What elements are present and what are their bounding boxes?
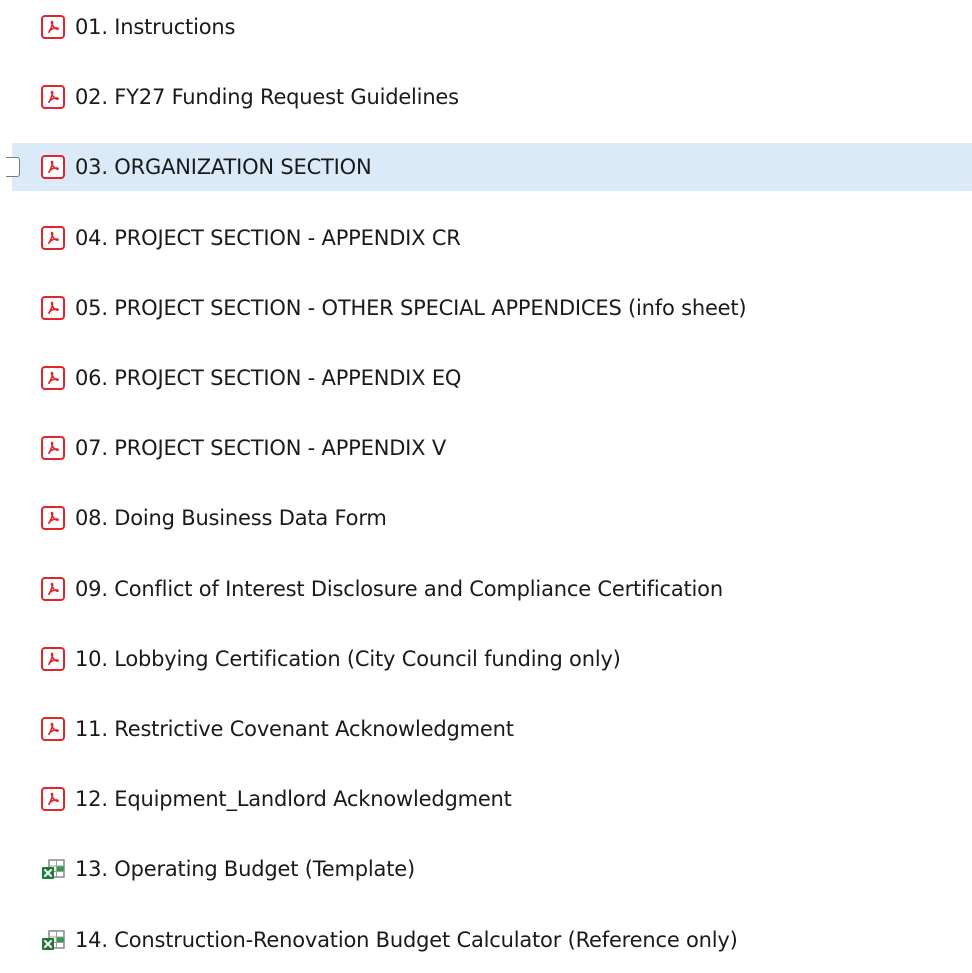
file-name: 08. Doing Business Data Form xyxy=(75,506,387,531)
file-name: 05. PROJECT SECTION - OTHER SPECIAL APPE… xyxy=(75,295,747,320)
pdf-file-icon xyxy=(41,506,65,531)
file-list-item[interactable]: 01. Instructions xyxy=(12,3,972,51)
file-list-item[interactable]: 08. Doing Business Data Form xyxy=(12,494,972,542)
file-name: 03. ORGANIZATION SECTION xyxy=(75,155,372,180)
file-name: 10. Lobbying Certification (City Council… xyxy=(75,646,621,671)
pdf-file-icon xyxy=(41,717,65,741)
file-name: 01. Instructions xyxy=(75,15,236,39)
file-list-item[interactable]: 03. ORGANIZATION SECTION xyxy=(6,143,972,192)
pdf-file-icon xyxy=(41,576,65,601)
file-list-item[interactable]: 10. Lobbying Certification (City Council… xyxy=(12,635,972,683)
excel-file-icon xyxy=(41,857,65,881)
file-list-item[interactable]: 14. Construction-Renovation Budget Calcu… xyxy=(12,916,972,964)
excel-file-icon xyxy=(41,928,65,952)
file-name: 11. Restrictive Covenant Acknowledgment xyxy=(75,717,514,741)
file-list-item[interactable]: 06. PROJECT SECTION - APPENDIX EQ xyxy=(12,354,972,402)
file-list: 01. Instructions 02. FY27 Funding Request… xyxy=(0,0,972,973)
file-list-item[interactable]: 12. Equipment_Landlord Acknowledgment xyxy=(12,775,972,823)
file-name: 09. Conflict of Interest Disclosure and … xyxy=(75,576,723,601)
file-name: 04. PROJECT SECTION - APPENDIX CR xyxy=(75,225,461,250)
file-list-item[interactable]: 07. PROJECT SECTION - APPENDIX V xyxy=(12,424,972,472)
pdf-file-icon xyxy=(41,646,65,671)
file-name: 14. Construction-Renovation Budget Calcu… xyxy=(75,927,738,952)
file-list-item[interactable]: 05. PROJECT SECTION - OTHER SPECIAL APPE… xyxy=(12,284,972,332)
pdf-file-icon xyxy=(41,295,65,320)
file-name: 12. Equipment_Landlord Acknowledgment xyxy=(75,787,512,812)
file-list-item[interactable]: 13. Operating Budget (Template) xyxy=(12,845,972,893)
pdf-file-icon xyxy=(41,15,65,39)
file-name: 06. PROJECT SECTION - APPENDIX EQ xyxy=(75,366,462,390)
file-name: 02. FY27 Funding Request Guidelines xyxy=(75,85,459,110)
file-list-item[interactable]: 02. FY27 Funding Request Guidelines xyxy=(12,73,972,121)
file-list-item[interactable]: 11. Restrictive Covenant Acknowledgment xyxy=(12,705,972,753)
file-list-item[interactable]: 04. PROJECT SECTION - APPENDIX CR xyxy=(12,214,972,262)
selection-checkbox[interactable] xyxy=(6,157,20,178)
pdf-file-icon xyxy=(41,366,65,390)
file-name: 07. PROJECT SECTION - APPENDIX V xyxy=(75,436,446,461)
pdf-file-icon xyxy=(41,155,65,180)
file-name: 13. Operating Budget (Template) xyxy=(75,857,415,882)
pdf-file-icon xyxy=(41,787,65,812)
pdf-file-icon xyxy=(41,85,65,110)
pdf-file-icon xyxy=(41,225,65,250)
pdf-file-icon xyxy=(41,436,65,461)
file-list-item[interactable]: 09. Conflict of Interest Disclosure and … xyxy=(12,565,972,613)
